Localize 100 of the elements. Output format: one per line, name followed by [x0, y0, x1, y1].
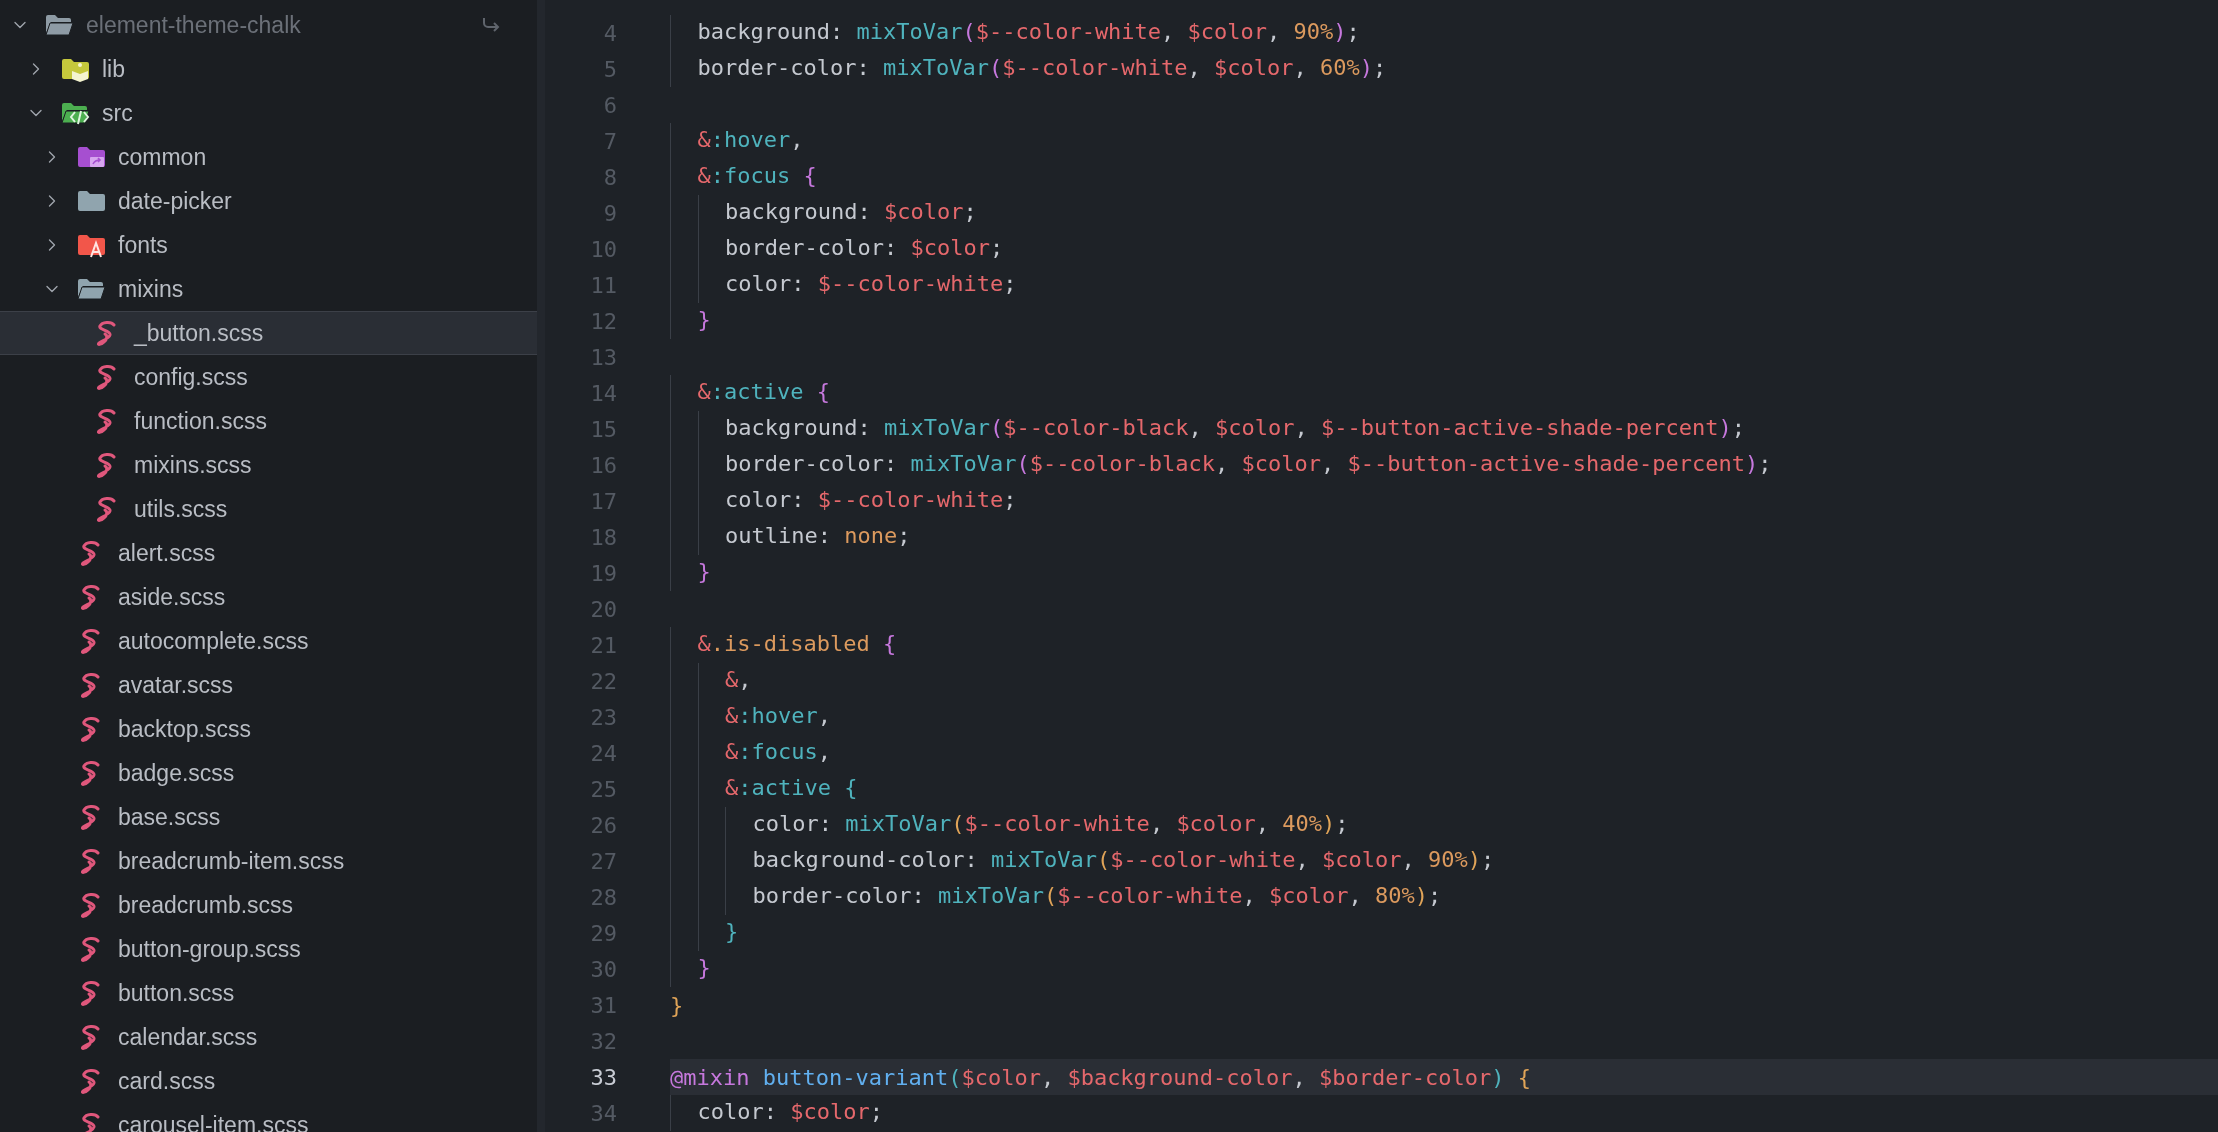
- file-tree-item[interactable]: card.scss: [0, 1059, 537, 1103]
- file-tree-item[interactable]: badge.scss: [0, 751, 537, 795]
- file-tree-item[interactable]: utils.scss: [0, 487, 537, 531]
- file-tree-item[interactable]: _button.scss: [0, 311, 537, 355]
- file-name: button.scss: [118, 978, 235, 1008]
- file-name: backtop.scss: [118, 714, 251, 744]
- curved-arrow-icon[interactable]: [481, 16, 501, 34]
- line-number: 16: [589, 451, 617, 480]
- file-tree-item[interactable]: lib: [0, 47, 537, 91]
- file-tree-item[interactable]: fonts: [0, 223, 537, 267]
- line-number: 19: [589, 559, 617, 588]
- line-number: 30: [589, 955, 617, 984]
- code-line: background: mixToVar($--color-black, $color, $--button-active-shade-percent);: [670, 411, 1745, 447]
- line-number: 29: [589, 919, 617, 948]
- code-line: border-color: $color;: [670, 231, 1004, 267]
- code-line: color: $color;: [670, 1095, 883, 1131]
- file-name: utils.scss: [134, 494, 228, 524]
- file-tree-item[interactable]: autocomplete.scss: [0, 619, 537, 663]
- line-number: 28: [589, 883, 617, 912]
- file-name: avatar.scss: [118, 670, 234, 700]
- line-number: 15: [589, 415, 617, 444]
- code-line: color: mixToVar($--color-white, $color, 40%);: [670, 807, 1349, 843]
- code-line: border-color: mixToVar($--color-white, $color, 60%);: [670, 51, 1387, 87]
- code-line: }: [670, 915, 739, 951]
- file-tree-item[interactable]: mixins: [0, 267, 537, 311]
- line-number: 17: [589, 487, 617, 516]
- file-name: button-group.scss: [118, 934, 301, 964]
- file-name: card.scss: [118, 1066, 216, 1096]
- line-number: 27: [589, 847, 617, 876]
- file-name: aside.scss: [118, 582, 226, 612]
- code-line: }: [670, 991, 684, 1020]
- code-line: }: [670, 555, 711, 591]
- file-tree-item[interactable]: backtop.scss: [0, 707, 537, 751]
- line-number: 32: [589, 1027, 617, 1056]
- code-line: background: $color;: [670, 195, 977, 231]
- file-tree-item[interactable]: function.scss: [0, 399, 537, 443]
- file-tree-item[interactable]: button-group.scss: [0, 927, 537, 971]
- file-tree-item[interactable]: src: [0, 91, 537, 135]
- line-number: 13: [589, 343, 617, 372]
- file-tree-item[interactable]: date-picker: [0, 179, 537, 223]
- code-line: color: $--color-white;: [670, 483, 1017, 519]
- line-number: 6: [602, 91, 617, 120]
- file-tree-item[interactable]: calendar.scss: [0, 1015, 537, 1059]
- line-number: 33: [589, 1063, 617, 1092]
- line-number: 26: [589, 811, 617, 840]
- folder-name: element-theme-chalk: [86, 10, 301, 40]
- file-name: badge.scss: [118, 758, 235, 788]
- code-line: &:focus {: [670, 159, 817, 195]
- file-tree-item[interactable]: base.scss: [0, 795, 537, 839]
- line-number: 34: [589, 1099, 617, 1128]
- code-line: color: $--color-white;: [670, 267, 1017, 303]
- file-tree-item[interactable]: config.scss: [0, 355, 537, 399]
- folder-name: mixins: [118, 274, 184, 304]
- folder-name: lib: [102, 54, 125, 84]
- file-name: config.scss: [134, 362, 248, 392]
- file-tree-item[interactable]: common: [0, 135, 537, 179]
- line-number: 5: [602, 55, 617, 84]
- file-name: base.scss: [118, 802, 221, 832]
- file-tree-item[interactable]: avatar.scss: [0, 663, 537, 707]
- line-number: 7: [602, 127, 617, 156]
- line-number: 18: [589, 523, 617, 552]
- code-line: &:hover,: [670, 123, 804, 159]
- file-name: mixins.scss: [134, 450, 252, 480]
- file-tree-item[interactable]: alert.scss: [0, 531, 537, 575]
- line-number: 20: [589, 595, 617, 624]
- code-line: background-color: mixToVar($--color-white, $color, 90%);: [670, 843, 1495, 879]
- code-line: outline: none;: [670, 519, 911, 555]
- code-line: &:hover,: [670, 699, 831, 735]
- file-tree-item[interactable]: breadcrumb-item.scss: [0, 839, 537, 883]
- line-number: 8: [602, 163, 617, 192]
- line-number: 31: [589, 991, 617, 1020]
- file-name: calendar.scss: [118, 1022, 258, 1052]
- folder-name: fonts: [118, 230, 168, 260]
- code-line: border-color: mixToVar($--color-white, $color, 80%);: [670, 879, 1442, 915]
- line-number: 21: [589, 631, 617, 660]
- code-line: }: [670, 303, 711, 339]
- code-line: &:focus,: [670, 735, 831, 771]
- file-tree-item[interactable]: button.scss: [0, 971, 537, 1015]
- line-number: 24: [589, 739, 617, 768]
- code-line: @mixin button-variant($color, $background-color, $border-color) {: [670, 1063, 1531, 1092]
- code-line: background: mixToVar($--color-white, $color, 90%);: [670, 15, 1360, 51]
- line-number: 10: [589, 235, 617, 264]
- code-line: &:active {: [670, 771, 858, 807]
- file-name: function.scss: [134, 406, 267, 436]
- code-line: }: [670, 951, 711, 987]
- file-tree-item[interactable]: aside.scss: [0, 575, 537, 619]
- file-name: alert.scss: [118, 538, 216, 568]
- line-number: 4: [602, 19, 617, 48]
- file-tree-item[interactable]: breadcrumb.scss: [0, 883, 537, 927]
- folder-name: common: [118, 142, 207, 172]
- folder-name: date-picker: [118, 186, 232, 216]
- file-name: _button.scss: [134, 318, 264, 348]
- line-number: 11: [589, 271, 617, 300]
- line-number: 14: [589, 379, 617, 408]
- file-name: breadcrumb-item.scss: [118, 846, 345, 876]
- line-number: 23: [589, 703, 617, 732]
- folder-name: src: [102, 98, 133, 128]
- line-number: 9: [602, 199, 617, 228]
- file-tree-item[interactable]: mixins.scss: [0, 443, 537, 487]
- line-number: 25: [589, 775, 617, 804]
